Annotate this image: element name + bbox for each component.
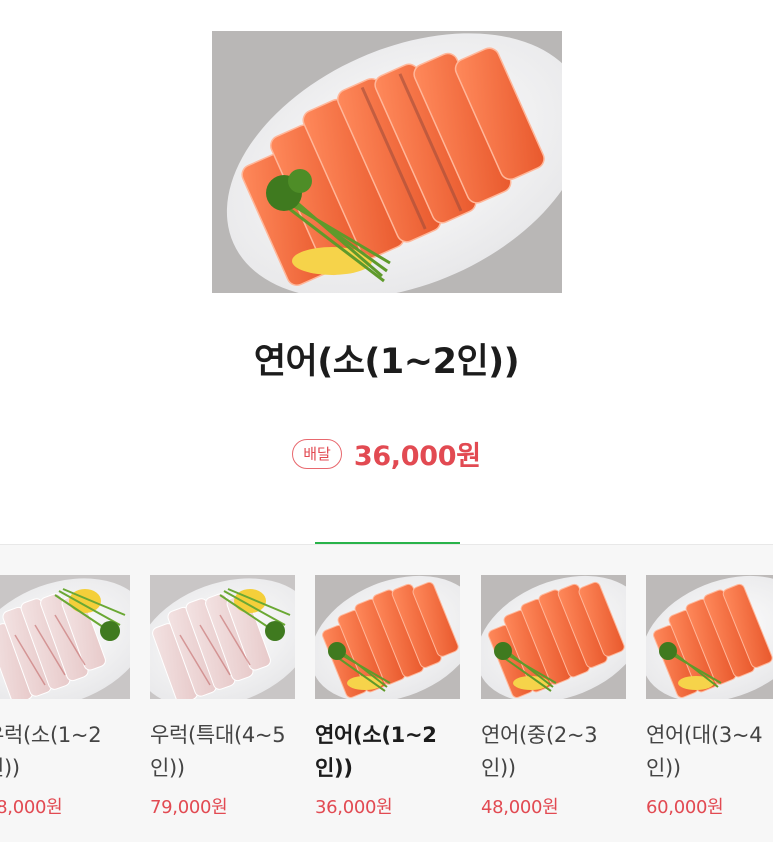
option-name: 우럭(소(1~2인)) [0,723,102,780]
option-price: 60,000원 [646,797,724,818]
option-card[interactable]: 연어(대(3~4인)) 60,000원 [646,575,773,819]
price-row: 배달 36,000원 [0,434,773,473]
option-thumbnail [481,575,626,699]
option-name: 연어(소(1~2인)) [315,723,437,780]
option-card[interactable]: 우럭(소(1~2인)) 48,000원 [0,575,130,819]
option-price: 48,000원 [481,797,559,818]
option-price: 79,000원 [150,797,228,818]
delivery-badge: 배달 [292,438,342,469]
product-main-image [212,31,562,293]
option-name: 우럭(특대(4~5인)) [150,723,286,780]
option-price: 48,000원 [0,797,63,818]
option-card-active[interactable]: 연어(소(1~2인)) 36,000원 [315,575,460,819]
option-carousel[interactable]: 우럭(소(1~2인)) 48,000원 [0,544,773,842]
option-thumbnail [150,575,295,699]
product-title: 연어(소(1~2인)) [253,342,520,382]
option-card[interactable]: 우럭(특대(4~5인)) 79,000원 [150,575,295,819]
option-thumbnail [646,575,773,699]
option-name: 연어(대(3~4인)) [646,723,763,780]
option-price: 36,000원 [315,797,393,818]
product-price: 36,000원 [353,441,481,472]
option-card[interactable]: 연어(중(2~3인)) 48,000원 [481,575,626,819]
option-thumbnail [315,575,460,699]
option-name: 연어(중(2~3인)) [481,723,598,780]
option-thumbnail [0,575,130,699]
